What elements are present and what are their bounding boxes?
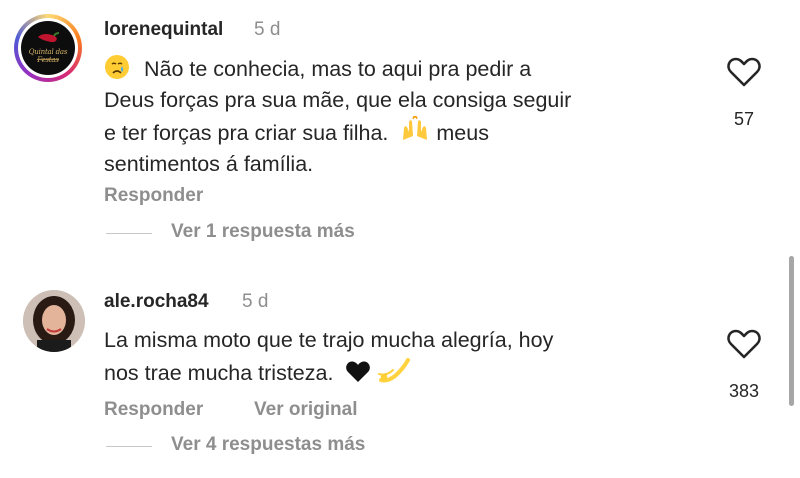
heart-icon[interactable] — [727, 57, 761, 87]
view-replies-button[interactable]: Ver 4 respuestas más — [171, 434, 365, 456]
username[interactable]: lorenequintal — [104, 19, 223, 41]
replies-divider — [106, 446, 152, 447]
reply-button[interactable]: Responder — [104, 185, 203, 207]
avatar[interactable]: Quintal das Festas — [14, 14, 82, 82]
like-count: 383 — [728, 381, 760, 401]
avatar[interactable] — [23, 290, 85, 352]
raising-hands-icon — [403, 116, 428, 140]
scrollbar[interactable] — [789, 256, 794, 406]
black-heart-icon — [346, 361, 371, 382]
profile-photo-icon — [23, 290, 85, 352]
comment-time: 5 d — [242, 291, 269, 312]
comment-time: 5 d — [254, 19, 281, 40]
reply-button[interactable]: Responder — [104, 399, 203, 421]
see-original-button[interactable]: Ver original — [254, 399, 357, 421]
like-count: 57 — [733, 109, 755, 129]
avatar-logo-text: Quintal das Festas — [28, 48, 68, 64]
view-replies-button[interactable]: Ver 1 respuesta más — [171, 221, 355, 243]
comment-text: Não te conhecia, mas to aqui pra pedir a… — [104, 54, 704, 180]
heart-icon[interactable] — [727, 329, 761, 359]
dizzy-icon — [378, 358, 411, 383]
comment-text: La misma moto que te trajo mucha alegría… — [104, 328, 554, 385]
chili-logo-icon — [38, 32, 60, 43]
crying-face-icon — [105, 55, 129, 79]
username[interactable]: ale.rocha84 — [104, 291, 209, 313]
replies-divider — [106, 233, 152, 234]
